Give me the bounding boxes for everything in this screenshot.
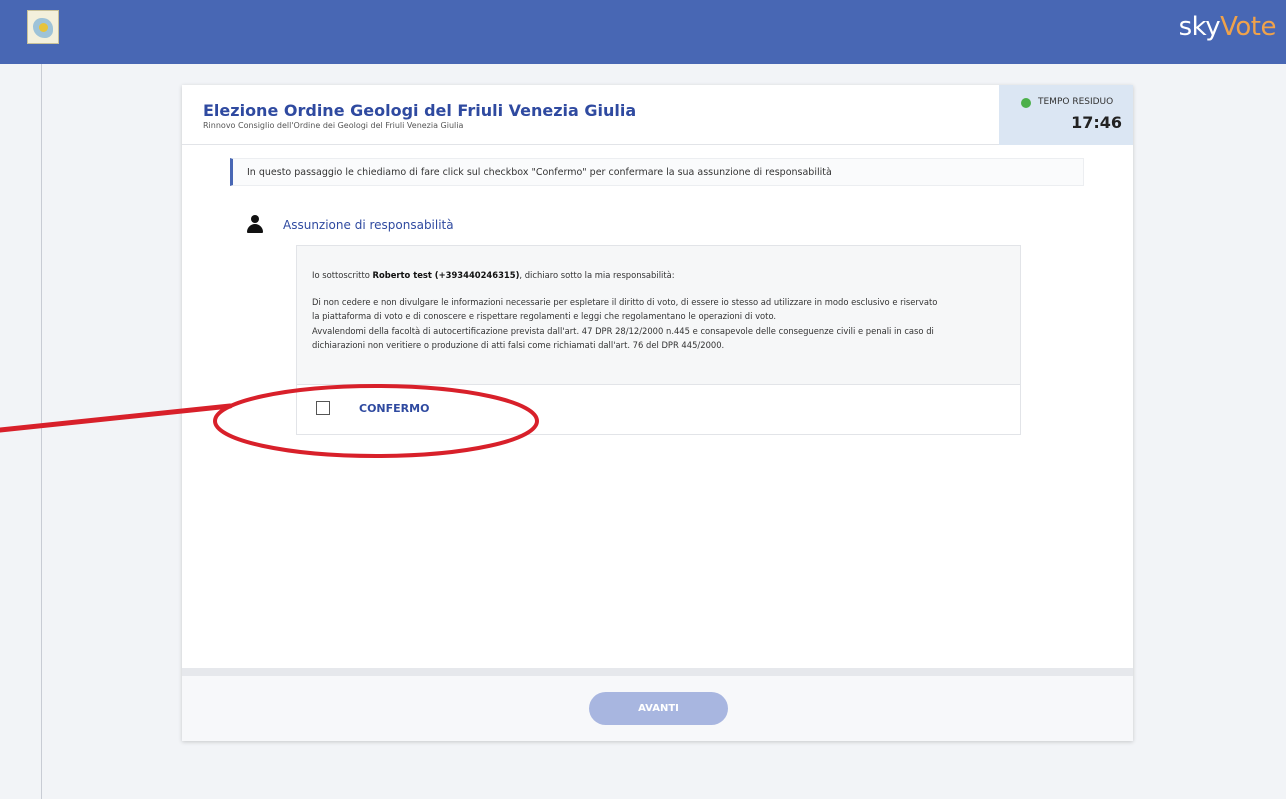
top-bar: skyVote xyxy=(0,0,1286,64)
election-subtitle: Rinnovo Consiglio dell'Ordine dei Geolog… xyxy=(203,121,464,130)
voting-card: Elezione Ordine Geologi del Friuli Venez… xyxy=(182,85,1133,741)
section-title: Assunzione di responsabilità xyxy=(283,218,454,232)
timer-value: 17:46 xyxy=(1071,113,1122,132)
skyvote-logo: skyVote xyxy=(1178,12,1277,42)
confirm-checkbox[interactable] xyxy=(316,401,330,415)
confirm-row[interactable]: CONFERMO xyxy=(297,384,1020,434)
sun-icon xyxy=(39,23,48,32)
footer-divider xyxy=(182,668,1133,676)
confirm-label[interactable]: CONFERMO xyxy=(359,402,429,415)
timer-panel: TEMPO RESIDUO 17:46 xyxy=(999,85,1133,145)
election-title: Elezione Ordine Geologi del Friuli Venez… xyxy=(203,101,637,120)
info-text: In questo passaggio le chiediamo di fare… xyxy=(247,167,832,178)
next-button[interactable]: AVANTI xyxy=(589,692,728,725)
declaration-line: dichiarazioni non veritiere o produzione… xyxy=(312,340,725,350)
voter-name: Roberto test (+393440246315) xyxy=(372,270,520,280)
status-dot-icon xyxy=(1021,98,1031,108)
declaration-intro: Io sottoscritto Roberto test (+393440246… xyxy=(312,270,675,280)
declaration-line: la piattaforma di voto e di conoscere e … xyxy=(312,311,777,321)
card-header: Elezione Ordine Geologi del Friuli Venez… xyxy=(182,85,1133,145)
declaration-line: Di non cedere e non divulgare le informa… xyxy=(312,296,938,307)
left-divider xyxy=(41,64,42,799)
card-footer: AVANTI xyxy=(182,676,1133,741)
region-logo xyxy=(27,10,59,44)
user-icon xyxy=(247,215,263,233)
declaration-box: Io sottoscritto Roberto test (+393440246… xyxy=(296,245,1021,435)
info-message: In questo passaggio le chiediamo di fare… xyxy=(230,158,1084,186)
declaration-text: Io sottoscritto Roberto test (+393440246… xyxy=(297,246,1020,384)
declaration-line: Avvalendomi della facoltà di autocertifi… xyxy=(312,325,934,336)
timer-label: TEMPO RESIDUO xyxy=(1038,97,1114,107)
